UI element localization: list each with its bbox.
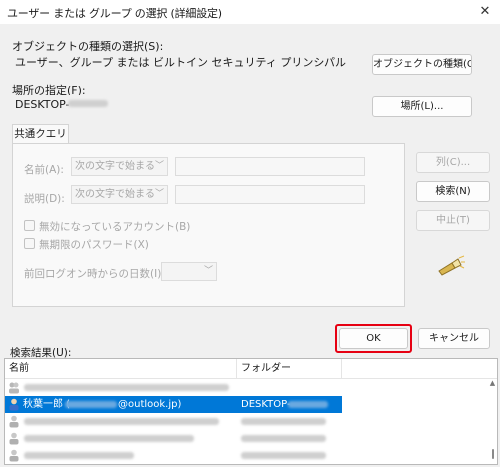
search-results-list[interactable]: 名前 フォルダー 秋葉一郎 ( @outlook.jp) DESKTOP- ▲ bbox=[4, 358, 498, 465]
column-header-name[interactable]: 名前 bbox=[5, 359, 237, 379]
scroll-thumb[interactable] bbox=[492, 449, 494, 459]
table-row[interactable] bbox=[5, 430, 342, 447]
description-label: 説明(D): bbox=[24, 193, 65, 205]
ok-button[interactable]: OK bbox=[339, 328, 408, 349]
object-types-button[interactable]: オブジェクトの種類(O)... bbox=[372, 54, 472, 75]
days-since-logon-label: 前回ログオン時からの日数(I): bbox=[24, 268, 165, 280]
disabled-accounts-checkbox[interactable] bbox=[24, 220, 35, 231]
stop-button[interactable]: 中止(T) bbox=[416, 210, 490, 231]
disabled-accounts-label: 無効になっているアカウント(B) bbox=[39, 221, 191, 233]
chevron-down-icon: ﹀ bbox=[154, 189, 164, 199]
locations-button[interactable]: 場所(L)... bbox=[372, 96, 472, 117]
user-icon bbox=[9, 449, 19, 462]
non-expiring-password-label: 無期限のパスワード(X) bbox=[39, 239, 149, 251]
user-icon bbox=[9, 398, 19, 411]
group-icon bbox=[9, 382, 19, 394]
close-icon[interactable]: ✕ bbox=[476, 3, 494, 21]
chevron-down-icon: ﹀ bbox=[154, 161, 164, 171]
table-row[interactable] bbox=[5, 379, 342, 396]
tab-common-queries[interactable]: 共通クエリ bbox=[12, 124, 69, 144]
columns-button[interactable]: 列(C)... bbox=[416, 152, 490, 173]
scroll-up-icon[interactable]: ▲ bbox=[488, 379, 497, 387]
object-types-label: オブジェクトの種類の選択(S): bbox=[12, 40, 164, 53]
results-scrollbar[interactable]: ▲ bbox=[488, 379, 497, 464]
flashlight-search-icon bbox=[438, 255, 465, 276]
search-button[interactable]: 検索(N) bbox=[416, 181, 490, 202]
name-input[interactable] bbox=[175, 157, 365, 176]
results-header: 名前 フォルダー bbox=[5, 359, 497, 379]
redacted-host bbox=[68, 100, 108, 107]
title-bar: ユーザー または グループ の選択 (詳細設定) ✕ bbox=[0, 0, 500, 24]
cancel-button[interactable]: キャンセル bbox=[418, 328, 490, 349]
select-user-dialog: ユーザー または グループ の選択 (詳細設定) ✕ オブジェクトの種類の選択(… bbox=[0, 0, 500, 467]
non-expiring-password-checkbox[interactable] bbox=[24, 238, 35, 249]
days-since-logon-select[interactable]: ﹀ bbox=[161, 262, 217, 281]
user-icon bbox=[9, 415, 19, 428]
table-row-selected[interactable]: 秋葉一郎 ( @outlook.jp) DESKTOP- bbox=[5, 396, 342, 413]
chevron-down-icon: ﹀ bbox=[203, 266, 213, 276]
description-input[interactable] bbox=[175, 185, 365, 204]
name-label: 名前(A): bbox=[24, 164, 64, 176]
user-icon bbox=[9, 432, 19, 445]
location-value: DESKTOP- bbox=[12, 95, 365, 115]
name-match-select[interactable]: 次の文字で始まる ﹀ bbox=[71, 157, 168, 176]
table-row[interactable] bbox=[5, 447, 342, 464]
description-match-select[interactable]: 次の文字で始まる ﹀ bbox=[71, 185, 168, 204]
column-header-folder[interactable]: フォルダー bbox=[237, 359, 342, 379]
window-title: ユーザー または グループ の選択 (詳細設定) bbox=[7, 7, 222, 20]
table-row[interactable] bbox=[5, 413, 342, 430]
object-types-value: ユーザー、グループ または ビルトイン セキュリティ プリンシパル bbox=[12, 53, 365, 73]
